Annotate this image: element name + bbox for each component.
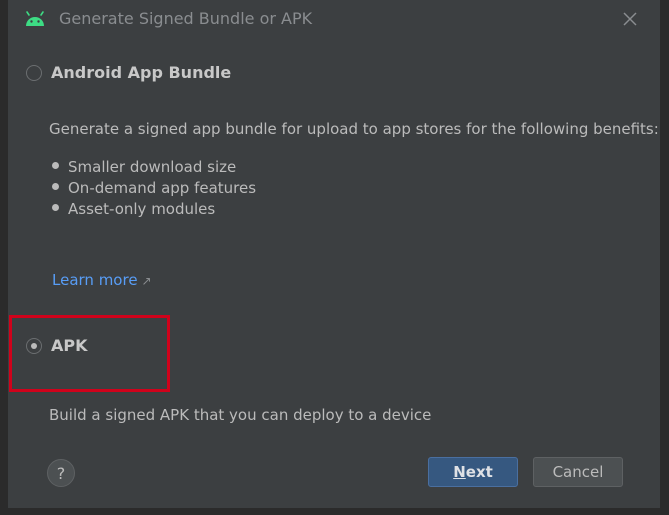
bullet-icon	[52, 204, 59, 211]
apk-radio[interactable]	[26, 337, 42, 354]
list-item: On-demand app features	[52, 178, 256, 199]
apk-description: Build a signed APK that you can deploy t…	[49, 406, 432, 424]
window-edge	[660, 0, 669, 515]
benefits-list: Smaller download size On-demand app feat…	[52, 157, 256, 220]
bundle-option[interactable]: Android App Bundle	[26, 63, 231, 82]
title-bar: Generate Signed Bundle or APK	[8, 0, 660, 38]
apk-option[interactable]: APK	[26, 336, 88, 355]
learn-more-label: Learn more	[52, 271, 138, 289]
bullet-icon	[52, 162, 59, 169]
close-button[interactable]	[620, 9, 640, 29]
generate-signed-dialog: Generate Signed Bundle or APK Android Ap…	[8, 0, 660, 508]
bundle-description: Generate a signed app bundle for upload …	[49, 120, 659, 138]
next-button[interactable]: Next	[428, 457, 518, 487]
window-title: Generate Signed Bundle or APK	[59, 9, 313, 28]
learn-more-link[interactable]: Learn more ↗	[52, 271, 152, 289]
external-link-arrow-icon: ↗	[141, 274, 152, 288]
list-item: Asset-only modules	[52, 199, 256, 220]
apk-label: APK	[51, 336, 88, 355]
help-button[interactable]: ?	[47, 459, 75, 487]
bundle-radio[interactable]	[26, 64, 42, 81]
help-icon: ?	[56, 463, 66, 483]
close-icon	[623, 12, 637, 26]
bullet-icon	[52, 183, 59, 190]
cancel-button[interactable]: Cancel	[533, 457, 623, 487]
list-item: Smaller download size	[52, 157, 256, 178]
bundle-label: Android App Bundle	[51, 63, 232, 82]
android-icon	[24, 10, 46, 28]
